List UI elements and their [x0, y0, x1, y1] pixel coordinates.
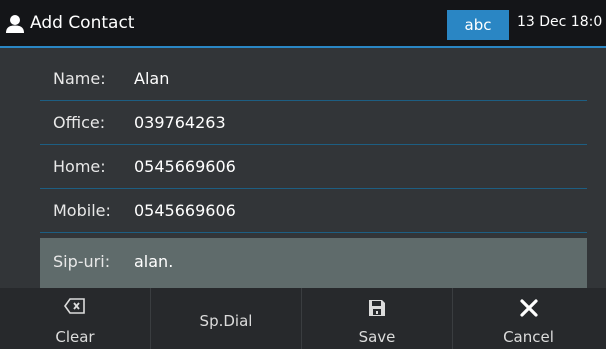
home-label: Home:: [53, 157, 106, 176]
mobile-field[interactable]: Mobile: 0545669606: [40, 190, 587, 233]
contact-form: Name: Alan Office: 039764263 Home: 05456…: [0, 48, 606, 288]
input-mode-badge[interactable]: abc: [447, 10, 509, 40]
save-button[interactable]: Save: [302, 288, 453, 349]
speed-dial-button[interactable]: Sp.Dial: [151, 288, 302, 349]
cancel-button[interactable]: Cancel: [453, 288, 604, 349]
name-field[interactable]: Name: Alan: [40, 58, 587, 101]
close-icon: [519, 299, 538, 317]
title-bar: Add Contact abc 13 Dec 18:0: [0, 0, 606, 48]
backspace-icon: [64, 298, 85, 314]
save-label: Save: [358, 328, 396, 346]
floppy-disk-icon: [369, 300, 385, 316]
mobile-value[interactable]: 0545669606: [134, 201, 236, 220]
name-label: Name:: [53, 69, 106, 88]
name-value[interactable]: Alan: [134, 69, 169, 88]
clear-label: Clear: [55, 328, 95, 346]
clear-button[interactable]: Clear: [0, 288, 151, 349]
sip-uri-label: Sip-uri:: [53, 252, 111, 271]
mobile-label: Mobile:: [53, 201, 111, 220]
page-title: Add Contact: [30, 13, 135, 33]
speed-dial-label: Sp.Dial: [199, 312, 253, 330]
sip-uri-value[interactable]: alan.: [134, 252, 173, 271]
softkey-bar: Clear Sp.Dial Save Cancel: [0, 288, 606, 349]
cancel-label: Cancel: [503, 328, 554, 346]
home-value[interactable]: 0545669606: [134, 157, 236, 176]
office-label: Office:: [53, 113, 106, 132]
sip-uri-field[interactable]: Sip-uri: alan.: [40, 238, 587, 288]
user-icon: [6, 15, 24, 33]
home-field[interactable]: Home: 0545669606: [40, 146, 587, 189]
office-value[interactable]: 039764263: [134, 113, 226, 132]
office-field[interactable]: Office: 039764263: [40, 102, 587, 145]
date-time: 13 Dec 18:0: [517, 14, 603, 30]
